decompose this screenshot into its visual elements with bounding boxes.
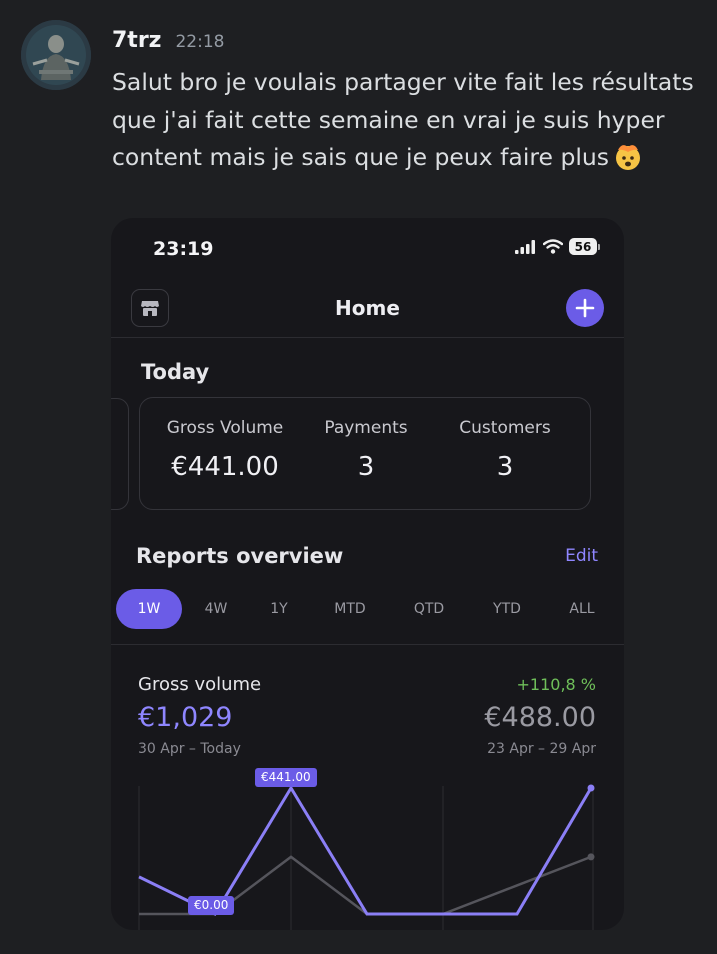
gross-volume-previous: €488.00 [484,702,596,733]
status-bar: 23:19 56 [111,218,624,280]
exploding-head-emoji [613,141,643,183]
divider [111,644,624,645]
period-tabs: 1W 4W 1Y MTD QTD YTD ALL [116,589,616,629]
tab-all[interactable]: ALL [562,589,602,629]
gross-volume-current: €1,029 [138,702,233,733]
avatar[interactable] [21,20,91,90]
stat-value: 3 [357,452,375,482]
gross-volume-label: Gross volume [138,674,262,695]
battery-indicator: 56 [569,238,597,255]
edit-link[interactable]: Edit [565,546,598,566]
today-stats-card[interactable]: Gross Volume €441.00 Payments 3 Customer… [139,397,591,510]
reports-overview-title: Reports overview [136,544,344,568]
add-button[interactable] [566,289,604,327]
stat-label: Customers [459,418,551,438]
author-name[interactable]: 7trz [112,28,161,53]
tab-ytd[interactable]: YTD [485,589,529,629]
chart-value-tag: €0.00 [188,896,235,915]
tab-qtd[interactable]: QTD [406,589,452,629]
stat-customers: Customers 3 [452,418,558,482]
stat-label: Payments [324,418,408,438]
stat-value: €441.00 [171,452,279,482]
avatar-image [21,20,91,90]
tab-1y[interactable]: 1Y [261,589,297,629]
previous-card-edge[interactable] [111,398,129,510]
page-title: Home [335,296,400,320]
current-date-range: 30 Apr – Today [138,741,241,757]
current-series-endpoint [587,784,595,792]
gross-volume-chart[interactable]: €441.00 €0.00 [111,758,624,930]
wifi-icon [543,239,563,254]
battery-tip [598,243,600,250]
chart-value-tag: €441.00 [255,768,317,787]
tab-4w[interactable]: 4W [196,589,236,629]
message-timestamp[interactable]: 22:18 [175,32,224,52]
previous-date-range: 23 Apr – 29 Apr [487,741,596,757]
nav-bar: Home [111,280,624,338]
phone-screenshot[interactable]: 23:19 56 Home Today Gross Volume €441.00… [111,218,624,930]
stat-gross-volume: Gross Volume €441.00 [166,418,284,482]
stat-label: Gross Volume [166,418,284,438]
gross-volume-change: +110,8 % [516,675,597,694]
today-title: Today [141,360,210,384]
tab-mtd[interactable]: MTD [325,589,375,629]
status-time: 23:19 [153,238,214,260]
plus-icon [575,298,595,318]
stat-value: 3 [496,452,514,482]
stat-payments: Payments 3 [316,418,416,482]
message-text: Salut bro je voulais partager vite fait … [112,64,702,183]
message-body: Salut bro je voulais partager vite fait … [112,68,694,171]
tab-1w[interactable]: 1W [116,589,182,629]
cellular-signal-icon [515,239,535,254]
previous-series-endpoint [587,853,595,861]
